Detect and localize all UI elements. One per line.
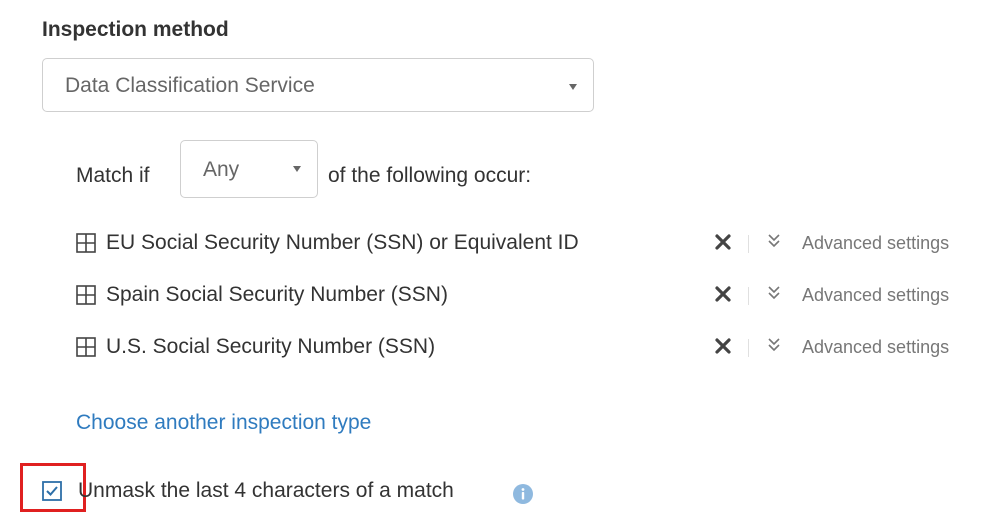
inspection-settings-panel: Inspection method Data Classification Se… [0, 0, 996, 512]
grid-icon [76, 285, 96, 305]
unmask-label: Unmask the last 4 characters of a match [78, 479, 454, 502]
inspection-item-name: U.S. Social Security Number (SSN) [106, 335, 436, 358]
divider [748, 287, 749, 305]
info-icon[interactable] [512, 483, 534, 505]
choose-inspection-type-link[interactable]: Choose another inspection type [76, 411, 371, 435]
match-mode-value: Any [203, 158, 240, 181]
advanced-settings-link[interactable]: Advanced settings [802, 233, 949, 254]
unmask-checkbox[interactable] [42, 481, 62, 501]
caret-down-icon [293, 166, 301, 172]
advanced-settings-link[interactable]: Advanced settings [802, 285, 949, 306]
inspection-method-value: Data Classification Service [65, 74, 315, 97]
divider [748, 235, 749, 253]
divider [748, 339, 749, 357]
grid-icon [76, 337, 96, 357]
match-suffix-label: of the following occur: [328, 164, 532, 187]
inspection-item: EU Social Security Number (SSN) or Equiv… [76, 229, 976, 259]
match-if-label: Match if [76, 164, 150, 187]
close-icon[interactable] [714, 285, 732, 303]
advanced-settings-link[interactable]: Advanced settings [802, 337, 949, 358]
inspection-item-name: EU Social Security Number (SSN) or Equiv… [106, 231, 579, 254]
close-icon[interactable] [714, 233, 732, 251]
double-chevron-down-icon[interactable] [766, 336, 782, 354]
grid-icon [76, 233, 96, 253]
match-mode-select[interactable]: Any [180, 140, 318, 198]
inspection-method-select[interactable]: Data Classification Service [42, 58, 594, 112]
caret-down-icon [569, 84, 577, 90]
double-chevron-down-icon[interactable] [766, 284, 782, 302]
inspection-item: U.S. Social Security Number (SSN) Advanc… [76, 333, 976, 363]
inspection-item: Spain Social Security Number (SSN) Advan… [76, 281, 976, 311]
inspection-item-name: Spain Social Security Number (SSN) [106, 283, 448, 306]
inspection-method-label: Inspection method [42, 18, 229, 41]
double-chevron-down-icon[interactable] [766, 232, 782, 250]
close-icon[interactable] [714, 337, 732, 355]
